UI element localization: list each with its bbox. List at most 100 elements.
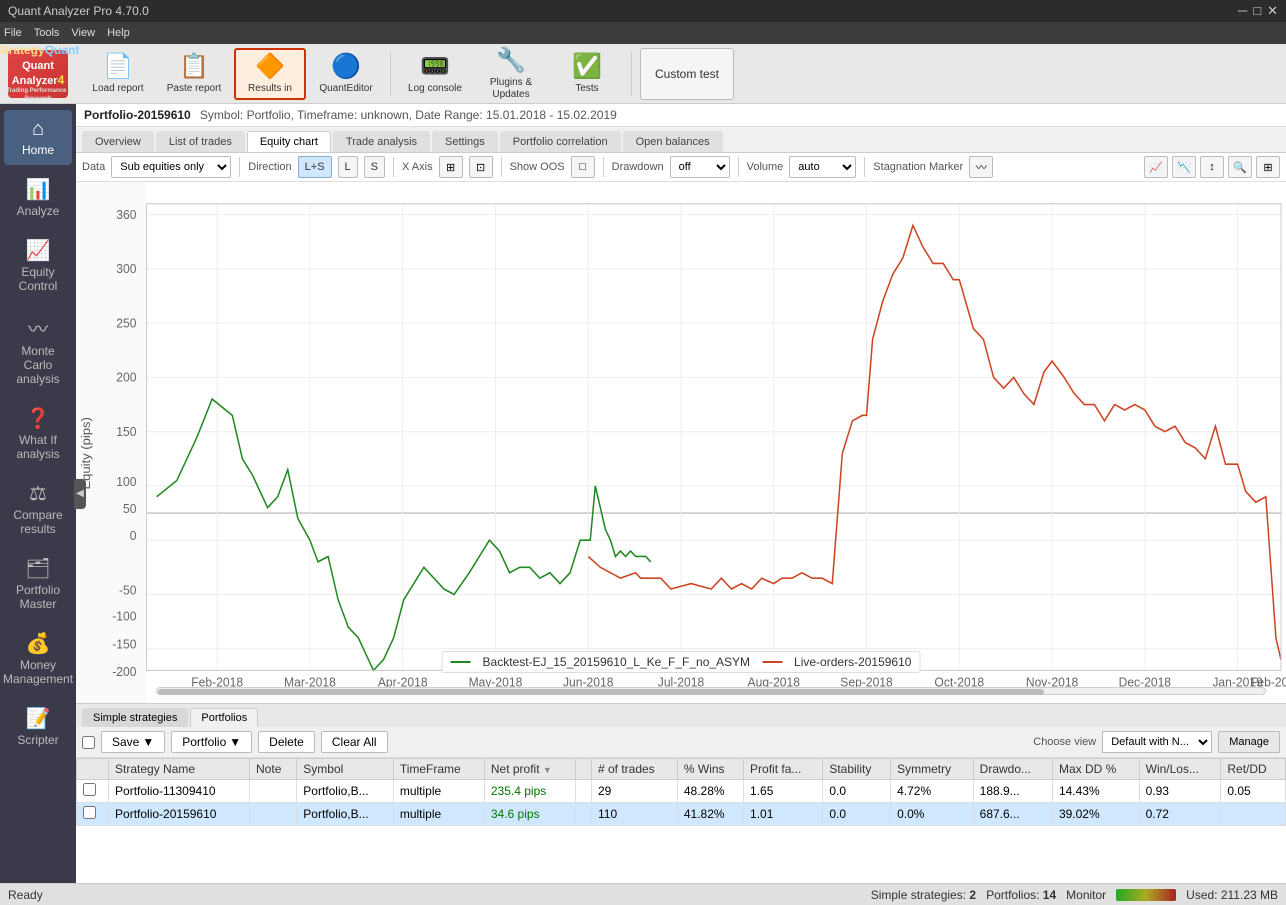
td-timeframe: multiple: [393, 780, 484, 803]
td-symbol: Portfolio,B...: [297, 803, 394, 826]
chart-icon-btn-4[interactable]: 🔍: [1228, 156, 1252, 178]
th-net-profit[interactable]: Net profit ▼: [484, 759, 575, 780]
chart-icon-btn-5[interactable]: ⊞: [1256, 156, 1280, 178]
minimize-btn[interactable]: ─: [1238, 3, 1247, 19]
tab-overview[interactable]: Overview: [82, 131, 154, 152]
tab-portfolios[interactable]: Portfolios: [190, 708, 258, 727]
tab-trade-analysis[interactable]: Trade analysis: [333, 131, 430, 152]
td-max-dd: 14.43%: [1052, 780, 1139, 803]
chart-icon-btn-2[interactable]: 📉: [1172, 156, 1196, 178]
td-strategy-name: Portfolio-20159610: [109, 803, 250, 826]
stagnation-icon-btn[interactable]: 〰: [969, 156, 993, 178]
save-dropdown-arrow[interactable]: ▼: [142, 735, 154, 749]
sidebar-item-money-management[interactable]: 💰 Money Management: [4, 623, 72, 694]
chart-icon-btn-3[interactable]: ↕: [1200, 156, 1224, 178]
show-oos-btn[interactable]: □: [571, 156, 595, 178]
th-drawdown[interactable]: Drawdo...: [973, 759, 1052, 780]
sidebar-item-equity-control[interactable]: 📈 Equity Control: [4, 230, 72, 301]
brand-logo: StrategyQuant Quant Analyzer4 Trading Pe…: [8, 50, 68, 98]
direction-l-btn[interactable]: L: [338, 156, 358, 178]
th-wins[interactable]: % Wins: [677, 759, 743, 780]
portfolios-count-label: Portfolios: 14: [986, 888, 1056, 902]
tab-list-of-trades[interactable]: List of trades: [156, 131, 245, 152]
money-management-icon: 💰: [26, 631, 51, 656]
td-profit-fa: 1.65: [744, 780, 823, 803]
paste-report-btn[interactable]: 📋 Paste report: [158, 48, 230, 100]
xaxis-trades-btn[interactable]: ⊞: [439, 156, 463, 178]
chart-scrollbar-thumb[interactable]: [158, 689, 1044, 695]
xaxis-label: X Axis: [402, 161, 433, 173]
sidebar-item-what-if[interactable]: ❓ What If analysis: [4, 398, 72, 469]
delete-btn[interactable]: Delete: [258, 731, 315, 753]
th-stability[interactable]: Stability: [823, 759, 891, 780]
th-profit-fa[interactable]: Profit fa...: [744, 759, 823, 780]
chart-icon-btn-1[interactable]: 📈: [1144, 156, 1168, 178]
th-strategy-name[interactable]: Strategy Name: [109, 759, 250, 780]
table-row[interactable]: Portfolio-11309410 Portfolio,B... multip…: [77, 780, 1286, 803]
tab-open-balances[interactable]: Open balances: [623, 131, 723, 152]
log-console-btn[interactable]: 📟 Log console: [399, 48, 471, 100]
close-btn[interactable]: ✕: [1267, 3, 1278, 19]
show-oos-label: Show OOS: [510, 161, 565, 173]
table-area: Strategy Name Note Symbol TimeFrame Net …: [76, 758, 1286, 883]
th-symmetry[interactable]: Symmetry: [891, 759, 974, 780]
scripter-icon: 📝: [26, 706, 51, 731]
select-all-checkbox[interactable]: [82, 736, 95, 749]
menu-file[interactable]: File: [4, 27, 22, 39]
tab-equity-chart[interactable]: Equity chart: [247, 131, 331, 152]
portfolio-btn[interactable]: Portfolio ▼: [171, 731, 252, 753]
ctrl-sep-3: [501, 157, 502, 177]
sidebar-item-monte-carlo[interactable]: 〰 Monte Carlo analysis: [4, 305, 72, 394]
portfolio-dropdown-arrow[interactable]: ▼: [229, 735, 241, 749]
xaxis-time-btn[interactable]: ⊡: [469, 156, 493, 178]
tab-settings[interactable]: Settings: [432, 131, 498, 152]
legend-label-2: Live-orders-20159610: [794, 655, 911, 669]
direction-ls-btn[interactable]: L+S: [298, 156, 332, 178]
table-row[interactable]: Portfolio-20159610 Portfolio,B... multip…: [77, 803, 1286, 826]
plugins-updates-btn[interactable]: 🔧 Plugins & Updates: [475, 48, 547, 100]
td-wins: 48.28%: [677, 780, 743, 803]
volume-dropdown[interactable]: auto manual: [789, 156, 856, 178]
th-ret-dd[interactable]: Ret/DD: [1221, 759, 1286, 780]
th-trades[interactable]: # of trades: [591, 759, 677, 780]
td-max-dd: 39.02%: [1052, 803, 1139, 826]
drawdown-dropdown[interactable]: off on: [670, 156, 730, 178]
tests-btn[interactable]: ✅ Tests: [551, 48, 623, 100]
td-profit-fa: 1.01: [744, 803, 823, 826]
maximize-btn[interactable]: □: [1253, 3, 1261, 19]
td-empty: [575, 803, 591, 826]
sidebar-item-home[interactable]: ⌂ Home: [4, 110, 72, 165]
sidebar-item-compare[interactable]: ⚖ Compare results: [4, 473, 72, 544]
sidebar-item-scripter[interactable]: 📝 Scripter: [4, 698, 72, 755]
menu-view[interactable]: View: [71, 27, 95, 39]
th-max-dd[interactable]: Max DD %: [1052, 759, 1139, 780]
portfolio-master-icon: 🗂: [25, 556, 50, 581]
load-report-btn[interactable]: 📄 Load report: [82, 48, 154, 100]
menu-tools[interactable]: Tools: [34, 27, 60, 39]
manage-btn[interactable]: Manage: [1218, 731, 1280, 753]
tab-simple-strategies[interactable]: Simple strategies: [82, 708, 188, 727]
sidebar-item-analyze[interactable]: 📊 Analyze: [4, 169, 72, 226]
th-checkbox: [77, 759, 109, 780]
data-dropdown[interactable]: Sub equities only All equities Net equit…: [111, 156, 231, 178]
th-note[interactable]: Note: [250, 759, 297, 780]
th-symbol[interactable]: Symbol: [297, 759, 394, 780]
quant-editor-btn[interactable]: 🔵 QuantEditor: [310, 48, 382, 100]
save-btn[interactable]: Save ▼: [101, 731, 165, 753]
view-dropdown[interactable]: Default with N...: [1102, 731, 1212, 753]
th-win-los[interactable]: Win/Los...: [1139, 759, 1221, 780]
clear-all-btn[interactable]: Clear All: [321, 731, 388, 753]
th-timeframe[interactable]: TimeFrame: [393, 759, 484, 780]
td-net-profit: 235.4 pips: [484, 780, 575, 803]
volume-label: Volume: [747, 161, 784, 173]
results-in-btn[interactable]: 🔶 Results in: [234, 48, 306, 100]
custom-test-btn[interactable]: Custom test: [640, 48, 734, 100]
sidebar-item-portfolio-master[interactable]: 🗂 Portfolio Master: [4, 548, 72, 619]
tab-portfolio-correlation[interactable]: Portfolio correlation: [500, 131, 621, 152]
sidebar-collapse-btn[interactable]: ◀: [74, 479, 86, 509]
legend-line-2: [762, 661, 782, 663]
svg-text:-150: -150: [112, 637, 136, 652]
menu-help[interactable]: Help: [107, 27, 130, 39]
direction-s-btn[interactable]: S: [364, 156, 385, 178]
chart-scrollbar[interactable]: [156, 687, 1266, 695]
